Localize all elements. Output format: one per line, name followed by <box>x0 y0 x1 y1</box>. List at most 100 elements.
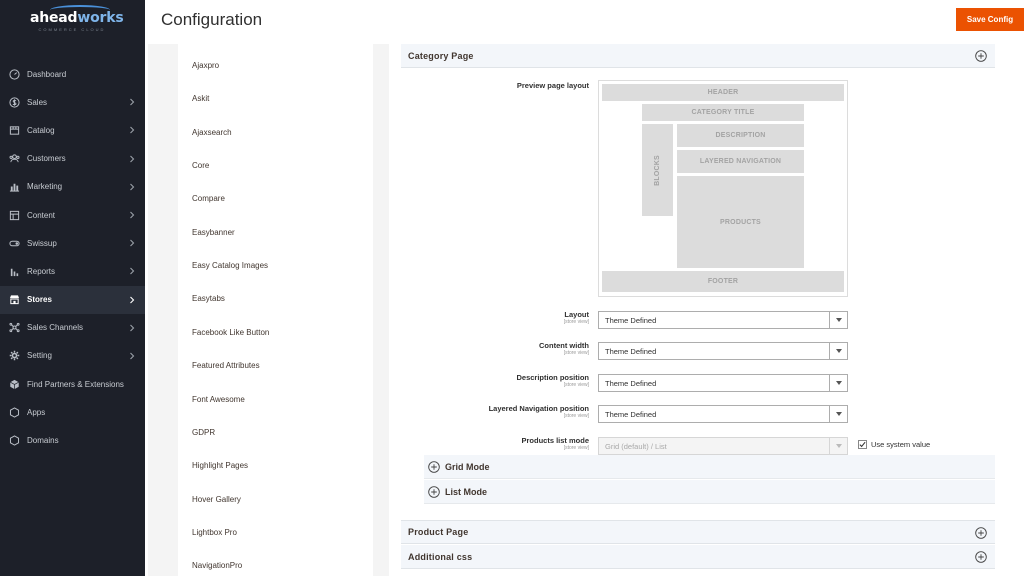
tab-font-awesome[interactable]: Font Awesome <box>192 395 245 404</box>
expand-icon <box>975 551 987 563</box>
chevron-right-icon <box>130 324 135 332</box>
sidebar-item-label: Apps <box>27 407 46 417</box>
sidebar-item-label: Customers <box>27 154 66 164</box>
layout-icon <box>8 209 20 221</box>
layout-select[interactable]: Theme Defined <box>598 311 848 329</box>
tab-highlight-pages[interactable]: Highlight Pages <box>192 461 248 470</box>
sidebar-item-customers[interactable]: Customers <box>0 145 145 173</box>
chevron-right-icon <box>130 183 135 191</box>
save-config-button[interactable]: Save Config <box>956 8 1024 31</box>
reports-icon <box>8 265 20 277</box>
sidebar-item-label: Domains <box>27 436 59 446</box>
sidebar-item-stores[interactable]: Stores <box>0 285 145 314</box>
description-position-scope: [store view] <box>563 382 589 388</box>
sidebar-item-find-partners-extensions[interactable]: Find Partners & Extensions <box>0 370 145 398</box>
sidebar-item-label: Sales Channels <box>27 323 84 333</box>
tab-ajaxsearch[interactable]: Ajaxsearch <box>192 128 232 137</box>
config-tabs: Ajaxpro Askit Ajaxsearch Core Compare Easyban… <box>178 44 373 576</box>
expand-icon <box>975 50 987 62</box>
subsection-title: List Mode <box>445 486 487 497</box>
chevron-right-icon <box>130 126 135 134</box>
use-system-value[interactable]: Use system value <box>858 440 930 449</box>
chevron-down-icon <box>829 343 847 359</box>
content-width-select[interactable]: Theme Defined <box>598 342 848 360</box>
logo-subtext: COMMERCE CLOUD <box>38 27 106 32</box>
section-category-page[interactable]: Category Page <box>401 44 995 68</box>
sidebar-item-content[interactable]: Content <box>0 201 145 229</box>
preview-layout-label: Preview page layout <box>516 81 589 90</box>
sidebar-item-sales-channels[interactable]: Sales Channels <box>0 314 145 342</box>
tab-core[interactable]: Core <box>192 161 209 170</box>
tab-askit[interactable]: Askit <box>192 94 209 103</box>
chevron-right-icon <box>130 98 135 106</box>
gear-icon <box>8 350 20 362</box>
description-position-value: Theme Defined <box>605 378 657 388</box>
expand-icon <box>975 527 987 539</box>
sidebar-item-domains[interactable]: Domains <box>0 426 145 454</box>
toggle-icon <box>8 237 20 249</box>
chevron-right-icon <box>130 352 135 360</box>
sidebar-item-setting[interactable]: Setting <box>0 342 145 370</box>
sidebar-item-label: Find Partners & Extensions <box>27 379 124 389</box>
bar-chart-icon <box>8 181 20 193</box>
hexagon-icon <box>8 406 20 418</box>
chevron-down-icon <box>829 406 847 422</box>
tab-hover-gallery[interactable]: Hover Gallery <box>192 495 241 504</box>
sidebar-item-reports[interactable]: Reports <box>0 257 145 285</box>
sidebar-item-catalog[interactable]: Catalog <box>0 116 145 144</box>
content-width-value: Theme Defined <box>605 346 657 356</box>
tab-easytabs[interactable]: Easytabs <box>192 294 225 303</box>
sidebar-item-label: Setting <box>27 351 52 361</box>
subsection-list-mode[interactable]: List Mode <box>424 480 995 504</box>
section-additional-css[interactable]: Additional css <box>401 545 995 569</box>
tab-easy-catalog-images[interactable]: Easy Catalog Images <box>192 261 268 270</box>
tab-facebook-like-button[interactable]: Facebook Like Button <box>192 328 269 337</box>
description-position-label: Description position <box>516 373 589 382</box>
subsection-title: Grid Mode <box>445 461 490 472</box>
tab-easybanner[interactable]: Easybanner <box>192 228 235 237</box>
section-title: Category Page <box>408 50 474 61</box>
subsection-grid-mode[interactable]: Grid Mode <box>424 455 995 479</box>
content-width-scope: [store view] <box>563 350 589 356</box>
preview-blocks: BLOCKS <box>642 124 673 216</box>
sidebar-item-swissup[interactable]: Swissup <box>0 229 145 257</box>
sidebar-item-label: Stores <box>27 295 52 305</box>
products-list-mode-scope: [store view] <box>563 445 589 451</box>
preview-description: DESCRIPTION <box>677 124 804 147</box>
chevron-right-icon <box>130 239 135 247</box>
products-list-mode-select: Grid (default) / List <box>598 437 848 455</box>
sidebar-nav: Dashboard Sales Catalog Customers Marketing C… <box>0 60 145 455</box>
preview-products: PRODUCTS <box>677 176 804 268</box>
admin-sidebar: aheadworks COMMERCE CLOUD Dashboard Sales… <box>0 0 145 576</box>
layout-scope: [store view] <box>563 319 589 325</box>
layered-navigation-position-label: Layered Navigation position <box>488 404 589 413</box>
products-list-mode-value: Grid (default) / List <box>605 441 667 451</box>
tab-compare[interactable]: Compare <box>192 194 225 203</box>
chevron-down-icon <box>829 312 847 328</box>
preview-footer: FOOTER <box>602 271 844 292</box>
sidebar-item-dashboard[interactable]: Dashboard <box>0 60 145 88</box>
sidebar-item-label: Marketing <box>27 182 63 192</box>
tab-lightbox-pro[interactable]: Lightbox Pro <box>192 528 237 537</box>
sidebar-item-apps[interactable]: Apps <box>0 398 145 426</box>
expand-icon <box>428 460 440 473</box>
sidebar-item-label: Content <box>27 210 56 220</box>
store-icon <box>8 294 20 306</box>
section-title: Additional css <box>408 551 473 562</box>
tab-gdpr[interactable]: GDPR <box>192 428 215 437</box>
sidebar-item-sales[interactable]: Sales <box>0 88 145 116</box>
sidebar-item-marketing[interactable]: Marketing <box>0 173 145 201</box>
section-title: Product Page <box>408 527 469 537</box>
check-icon <box>859 441 866 448</box>
sidebar-item-label: Dashboard <box>27 69 67 79</box>
section-product-page[interactable]: Product Page <box>401 520 995 544</box>
logo[interactable]: aheadworks COMMERCE CLOUD <box>30 5 124 38</box>
layered-navigation-position-select[interactable]: Theme Defined <box>598 405 848 423</box>
description-position-select[interactable]: Theme Defined <box>598 374 848 392</box>
tab-featured-attributes[interactable]: Featured Attributes <box>192 361 260 370</box>
layout-label: Layout <box>564 310 589 319</box>
use-system-value-checkbox[interactable] <box>858 440 867 449</box>
tab-navigationpro[interactable]: NavigationPro <box>192 561 242 570</box>
dashboard-icon <box>8 68 20 80</box>
tab-ajaxpro[interactable]: Ajaxpro <box>192 61 219 70</box>
